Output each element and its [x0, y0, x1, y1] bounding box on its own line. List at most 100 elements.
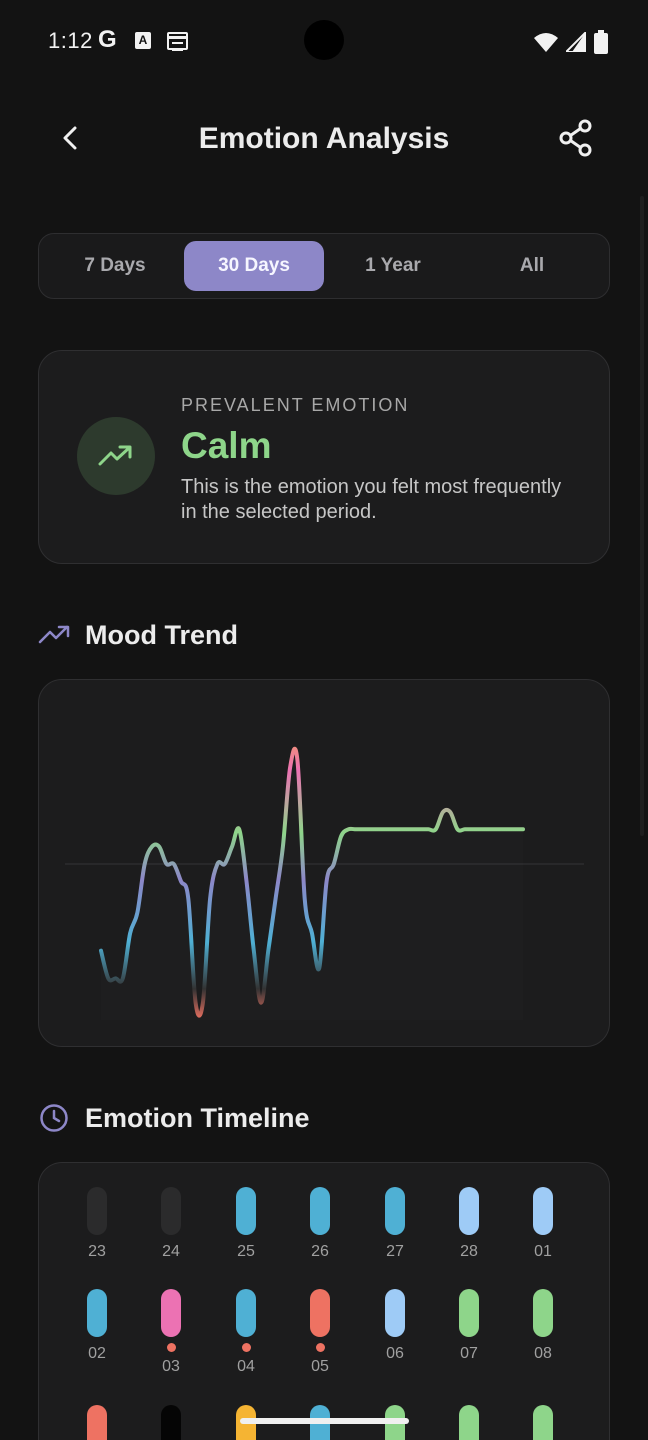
mood-point — [463, 827, 467, 831]
scrollbar[interactable] — [640, 196, 644, 836]
timeline-day-label: 07 — [460, 1345, 478, 1362]
emotion-pill — [161, 1405, 181, 1440]
emotion-pill — [236, 1187, 256, 1235]
mood-point — [303, 897, 307, 901]
mood-trend-chart — [38, 679, 610, 1047]
status-bar: 1:12 G A — [0, 0, 648, 84]
battery-icon — [594, 30, 608, 54]
emotion-pill — [385, 1187, 405, 1235]
mood-point — [419, 827, 423, 831]
range-selector: 7 Days 30 Days 1 Year All — [38, 233, 610, 299]
timeline-day-label: 03 — [162, 1358, 180, 1375]
timeline-day[interactable]: 23 — [77, 1187, 117, 1261]
timeline-day[interactable] — [523, 1405, 563, 1440]
mood-point — [390, 827, 394, 831]
emotion-pill — [310, 1187, 330, 1235]
mood-point — [143, 862, 147, 866]
trending-up-icon — [38, 619, 70, 651]
timeline-day[interactable]: 06 — [375, 1289, 415, 1363]
emotion-pill — [310, 1289, 330, 1337]
timeline-day[interactable]: 02 — [77, 1289, 117, 1363]
timeline-day[interactable]: 24 — [151, 1187, 191, 1261]
emotion-pill — [533, 1405, 553, 1440]
timeline-day-label: 02 — [88, 1345, 106, 1362]
mood-point — [150, 845, 154, 849]
timeline-day[interactable]: 27 — [375, 1187, 415, 1261]
prevalent-emotion-value: Calm — [181, 425, 272, 466]
accessibility-icon: A — [135, 32, 151, 49]
timeline-day[interactable]: 07 — [449, 1289, 489, 1363]
mood-point — [266, 949, 270, 953]
mood-trend-heading: Mood Trend — [38, 615, 238, 655]
emotion-timeline-title: Emotion Timeline — [85, 1102, 310, 1133]
mood-point — [397, 827, 401, 831]
home-indicator[interactable] — [240, 1418, 409, 1424]
tab-all[interactable]: All — [462, 241, 602, 291]
timeline-day-label: 23 — [88, 1243, 106, 1260]
timeline-day[interactable]: 26 — [300, 1187, 340, 1261]
entry-dot — [241, 1343, 251, 1352]
emotion-pill — [459, 1405, 479, 1440]
mood-point — [368, 827, 372, 831]
mood-point — [346, 827, 350, 831]
timeline-day[interactable]: 08 — [523, 1289, 563, 1363]
timeline-day-label: 26 — [311, 1243, 329, 1260]
mood-point — [448, 810, 452, 814]
tab-7-days[interactable]: 7 Days — [45, 241, 185, 291]
timeline-day[interactable]: 01 — [523, 1187, 563, 1261]
mood-point — [194, 1001, 198, 1005]
mood-point — [281, 845, 285, 849]
mood-point — [208, 897, 212, 901]
mood-point — [252, 949, 256, 953]
cellular-signal-icon — [566, 32, 586, 52]
mood-point — [121, 976, 125, 980]
mood-point — [186, 897, 190, 901]
timeline-day[interactable] — [77, 1405, 117, 1440]
emotion-timeline-heading: Emotion Timeline — [38, 1098, 310, 1138]
timeline-day-label: 28 — [460, 1243, 478, 1260]
calendar-notification-icon — [167, 32, 188, 51]
mood-point — [288, 765, 292, 769]
prevalent-emotion-label: PREVALENT EMOTION — [181, 395, 410, 415]
timeline-day[interactable]: 04 — [226, 1289, 266, 1376]
timeline-day[interactable]: 05 — [300, 1289, 340, 1376]
timeline-day[interactable] — [151, 1405, 191, 1440]
mood-point — [405, 827, 409, 831]
timeline-day[interactable]: 03 — [151, 1289, 191, 1376]
timeline-day[interactable]: 25 — [226, 1187, 266, 1261]
tab-30-days[interactable]: 30 Days — [184, 241, 324, 291]
timeline-day[interactable]: 28 — [449, 1187, 489, 1261]
mood-point — [310, 931, 314, 935]
emotion-pill — [87, 1187, 107, 1235]
mood-point — [426, 827, 430, 831]
prevalent-emotion-description: This is the emotion you felt most freque… — [181, 476, 562, 523]
mood-point — [245, 879, 249, 883]
entry-dot — [315, 1343, 325, 1352]
mood-area — [101, 749, 523, 1020]
timeline-day-label: 06 — [386, 1345, 404, 1362]
share-icon — [559, 119, 592, 157]
timeline-day-label: 25 — [237, 1243, 255, 1260]
mood-point — [201, 1001, 205, 1005]
mood-point — [470, 827, 474, 831]
mood-point — [441, 810, 445, 814]
timeline-day-label: 01 — [534, 1243, 552, 1260]
mood-trend-plot — [65, 746, 584, 1020]
tab-1-year[interactable]: 1 Year — [323, 241, 463, 291]
emotion-timeline-card: 23 24 25 26 27 28 01 02 03 04 05 06 07 08 — [38, 1162, 610, 1440]
mood-point — [99, 949, 103, 953]
mood-point — [506, 827, 510, 831]
mood-point — [514, 827, 518, 831]
page-title: Emotion Analysis — [198, 122, 450, 155]
top-app-bar: Emotion Analysis — [0, 100, 648, 180]
google-icon: G — [98, 26, 117, 53]
timeline-day-label: 24 — [162, 1243, 180, 1260]
mood-point — [157, 845, 161, 849]
share-button[interactable] — [552, 114, 600, 162]
mood-point — [456, 827, 460, 831]
timeline-day[interactable] — [449, 1405, 489, 1440]
wifi-icon — [534, 33, 558, 52]
emotion-pill — [533, 1289, 553, 1337]
entry-dot — [166, 1343, 176, 1352]
status-time: 1:12 — [48, 28, 93, 53]
